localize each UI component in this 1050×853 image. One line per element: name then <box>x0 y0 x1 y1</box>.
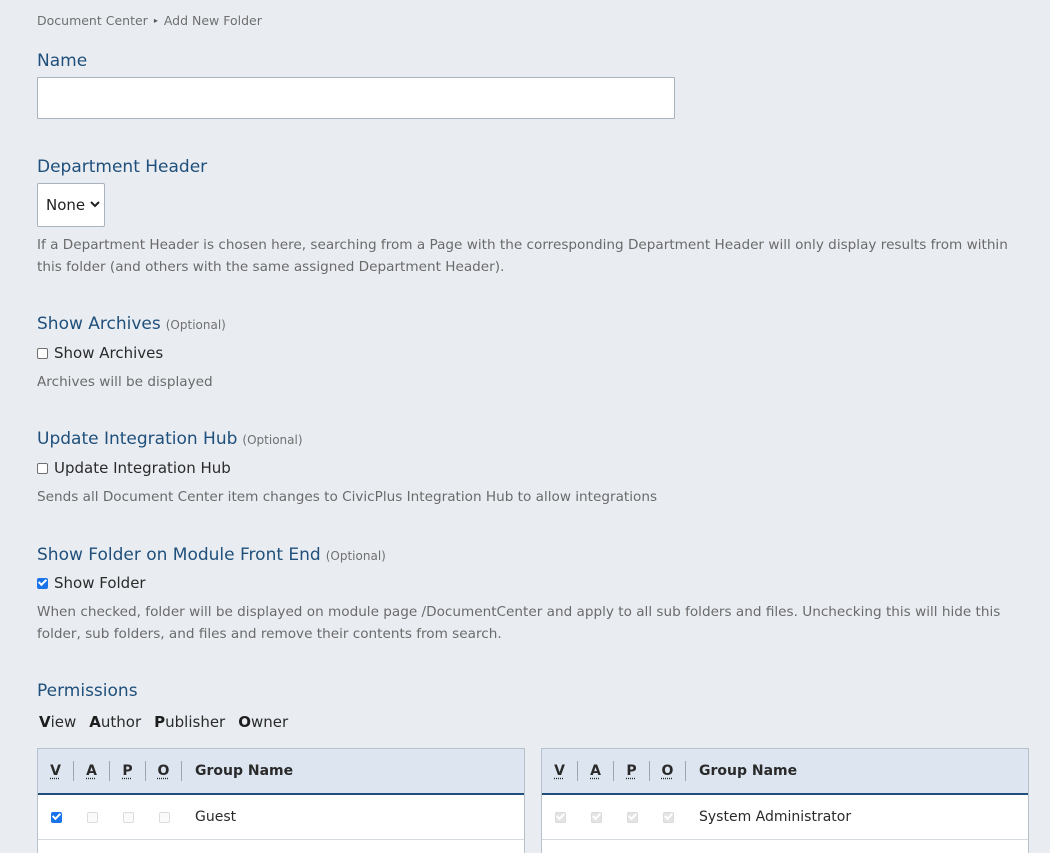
integration-hub-title-text: Update Integration Hub <box>37 429 238 449</box>
breadcrumb: Document Center ▸ Add New Folder <box>37 13 262 28</box>
column-header-author: A <box>578 761 614 781</box>
show-archives-title: Show Archives (Optional) <box>37 314 226 334</box>
show-folder-help: When checked, folder will be displayed o… <box>37 604 1001 642</box>
author-checkbox <box>590 811 602 823</box>
legend-owner: Owner <box>238 713 289 731</box>
show-archives-help: Archives will be displayed <box>37 374 213 390</box>
optional-tag: (Optional) <box>242 433 303 447</box>
show-folder-title-text: Show Folder on Module Front End <box>37 545 321 565</box>
column-header-view: V <box>542 761 578 781</box>
department-header-selected-value: None <box>46 196 86 214</box>
department-header-select[interactable]: None <box>37 183 105 227</box>
name-input[interactable] <box>37 77 675 119</box>
integration-hub-title: Update Integration Hub (Optional) <box>37 429 303 449</box>
owner-checkbox <box>662 811 674 823</box>
publisher-checkbox <box>122 811 134 823</box>
show-archives-checkbox-label[interactable]: Show Archives <box>54 344 163 362</box>
view-checkbox <box>554 811 566 823</box>
chevron-down-icon <box>90 200 100 211</box>
owner-checkbox <box>158 811 170 823</box>
breadcrumb-current: Add New Folder <box>163 13 262 28</box>
view-checkbox[interactable] <box>50 811 62 823</box>
legend-view: View <box>39 713 77 731</box>
table-row: System Administrator <box>542 795 1028 840</box>
show-folder-checkbox[interactable] <box>37 577 48 589</box>
column-header-group-name: Group Name <box>195 763 294 779</box>
integration-hub-checkbox[interactable] <box>37 462 48 474</box>
publisher-checkbox <box>626 811 638 823</box>
show-archives-title-text: Show Archives <box>37 314 161 334</box>
department-header-help: If a Department Header is chosen here, s… <box>37 237 1008 275</box>
author-checkbox <box>86 811 98 823</box>
column-header-publisher: P <box>110 761 146 781</box>
permissions-title-text: Permissions <box>37 681 138 701</box>
show-archives-checkbox-row[interactable]: Show Archives <box>37 344 163 362</box>
group-name-cell: Guest <box>195 809 237 825</box>
permissions-title: Permissions <box>37 681 138 701</box>
show-archives-checkbox[interactable] <box>37 347 48 359</box>
show-folder-checkbox-label[interactable]: Show Folder <box>54 574 146 592</box>
integration-hub-help: Sends all Document Center item changes t… <box>37 489 658 505</box>
optional-tag: (Optional) <box>165 318 226 332</box>
optional-tag: (Optional) <box>325 549 386 563</box>
name-label-text: Name <box>37 51 88 71</box>
column-header-view: V <box>38 761 74 781</box>
column-header-owner: O <box>650 761 686 781</box>
permissions-table-header: V A P O Group Name <box>542 749 1028 795</box>
group-name-cell: System Administrator <box>699 809 852 825</box>
permissions-table-left: V A P O Group Name Guest <box>37 748 525 853</box>
permissions-table-header: V A P O Group Name <box>38 749 524 795</box>
permissions-legend: View Author Publisher Owner <box>39 713 288 731</box>
add-folder-page: Document Center ▸ Add New Folder Name De… <box>0 0 1050 853</box>
column-header-group-name: Group Name <box>699 763 798 779</box>
integration-hub-checkbox-row[interactable]: Update Integration Hub <box>37 459 231 477</box>
name-label: Name <box>37 51 87 71</box>
breadcrumb-separator-icon: ▸ <box>153 16 158 25</box>
column-header-publisher: P <box>614 761 650 781</box>
table-row: Guest <box>38 795 524 840</box>
show-folder-checkbox-row[interactable]: Show Folder <box>37 574 146 592</box>
integration-hub-checkbox-label[interactable]: Update Integration Hub <box>54 459 231 477</box>
show-folder-title: Show Folder on Module Front End (Optiona… <box>37 545 386 565</box>
legend-publisher: Publisher <box>154 713 226 731</box>
department-header-label-text: Department Header <box>37 157 208 177</box>
department-header-label: Department Header <box>37 157 207 177</box>
permissions-table-right: V A P O Group Name System Administrator <box>541 748 1029 853</box>
column-header-author: A <box>74 761 110 781</box>
breadcrumb-document-center[interactable]: Document Center <box>37 13 148 28</box>
legend-author: Author <box>89 713 142 731</box>
column-header-owner: O <box>146 761 182 781</box>
